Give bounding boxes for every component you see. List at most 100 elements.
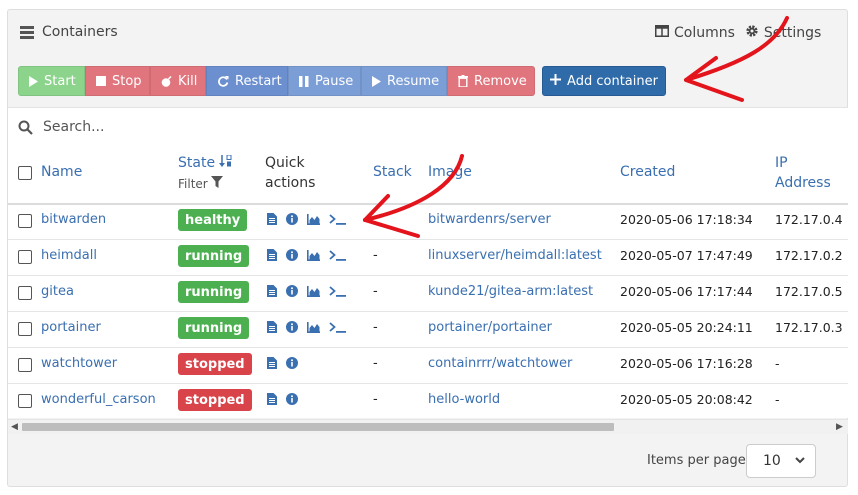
row-checkbox[interactable] [18,286,32,300]
created-value: 2020-05-06 17:16:28 [620,356,753,371]
image-link[interactable]: bitwardenrs/server [428,212,551,227]
filter-icon [210,176,223,191]
kill-button[interactable]: Kill [150,66,206,96]
container-name-link[interactable]: portainer [41,320,101,335]
trash-icon [458,75,468,87]
info-icon[interactable] [286,321,298,333]
panel-header: Containers [20,24,118,40]
columns-button[interactable]: Columns [655,25,735,41]
stats-icon[interactable] [307,213,320,225]
container-name-link[interactable]: heimdall [41,248,97,263]
ip-address-value: 172.17.0.2 [775,248,843,263]
created-value: 2020-05-05 20:08:42 [620,392,753,407]
refresh-icon [217,75,229,87]
header-image[interactable]: Image [428,164,472,180]
header-state-label: State [178,155,216,171]
quick-actions [267,357,298,369]
header-state[interactable]: State [178,154,232,171]
items-per-page-label: Items per page [647,453,746,468]
info-icon[interactable] [286,357,298,369]
row-checkbox[interactable] [18,358,32,372]
console-icon[interactable] [329,213,347,225]
header-quick-actions-line2: actions [265,175,316,191]
pause-button[interactable]: Pause [288,66,361,96]
logs-icon[interactable] [267,213,277,225]
info-icon[interactable] [286,393,298,405]
image-link[interactable]: containrrr/watchtower [428,356,572,371]
list-icon [20,25,34,39]
play-icon [372,75,381,87]
info-icon[interactable] [286,249,298,261]
status-badge: running [178,245,250,267]
header-quick-actions-line1: Quick [265,155,305,171]
scroll-left-arrow-icon[interactable]: ◀ [11,422,18,432]
row-checkbox[interactable] [18,322,32,336]
resume-button[interactable]: Resume [361,66,447,96]
table-header: Name State Filter Quick actions Stack Im… [8,146,848,205]
remove-button[interactable]: Remove [447,66,535,96]
container-name-link[interactable]: watchtower [41,356,117,371]
info-icon[interactable] [286,213,298,225]
header-ip-line1[interactable]: IP [775,155,788,171]
table-row: portainer running - portainer/portainer … [8,311,848,348]
stop-label: Stop [112,73,142,89]
container-name-link[interactable]: gitea [41,284,74,299]
header-created[interactable]: Created [620,164,675,180]
console-icon[interactable] [329,321,347,333]
info-icon[interactable] [286,285,298,297]
header-ip-line2[interactable]: Address [775,175,831,191]
logs-icon[interactable] [267,357,277,369]
state-filter-button[interactable]: Filter [178,176,223,191]
scroll-thumb[interactable] [22,423,614,431]
row-checkbox[interactable] [18,214,32,228]
row-checkbox[interactable] [18,250,32,264]
horizontal-scrollbar[interactable]: ◀ ▶ [8,420,848,434]
image-link[interactable]: hello-world [428,392,500,407]
action-toolbar: Start Stop Kill Restart Pause Resume Rem… [18,66,535,96]
items-per-page-value: 10 [763,453,781,469]
table-row: gitea running - kunde21/gitea-arm:latest… [8,275,848,312]
stats-icon[interactable] [307,249,320,261]
search-input[interactable] [41,118,805,136]
restart-button[interactable]: Restart [206,66,288,96]
logs-icon[interactable] [267,285,277,297]
scroll-right-arrow-icon[interactable]: ▶ [836,422,843,432]
status-badge: stopped [178,389,252,411]
logs-icon[interactable] [267,249,277,261]
select-all-checkbox[interactable] [18,166,32,180]
gear-icon [745,24,759,42]
play-icon [29,75,38,87]
row-checkbox[interactable] [18,394,32,408]
logs-icon[interactable] [267,321,277,333]
plus-icon [550,73,562,89]
stop-button[interactable]: Stop [85,66,150,96]
pause-icon [299,75,309,87]
ip-address-value: - [775,356,780,371]
settings-label: Settings [763,25,822,41]
image-link[interactable]: linuxserver/heimdall:latest [428,248,602,263]
status-badge: running [178,281,250,303]
add-container-button[interactable]: Add container [542,66,666,96]
table-row: bitwarden healthy bitwardenrs/server 202… [8,203,848,240]
logs-icon[interactable] [267,393,277,405]
container-name-link[interactable]: wonderful_carson [41,392,156,407]
stack-value: - [373,392,378,407]
status-badge: healthy [178,209,248,231]
console-icon[interactable] [329,249,347,261]
items-per-page-select[interactable]: 10 [746,444,816,478]
settings-button[interactable]: Settings [745,24,821,42]
header-stack[interactable]: Stack [373,164,412,180]
created-value: 2020-05-06 17:17:44 [620,284,753,299]
ip-address-value: 172.17.0.3 [775,320,843,335]
table-row: heimdall running - linuxserver/heimdall:… [8,239,848,276]
pause-label: Pause [315,73,354,89]
header-name[interactable]: Name [41,164,82,180]
image-link[interactable]: portainer/portainer [428,320,552,335]
container-name-link[interactable]: bitwarden [41,212,106,227]
start-button[interactable]: Start [18,66,85,96]
remove-label: Remove [474,73,527,89]
stats-icon[interactable] [307,285,320,297]
image-link[interactable]: kunde21/gitea-arm:latest [428,284,593,299]
console-icon[interactable] [329,285,347,297]
stats-icon[interactable] [307,321,320,333]
